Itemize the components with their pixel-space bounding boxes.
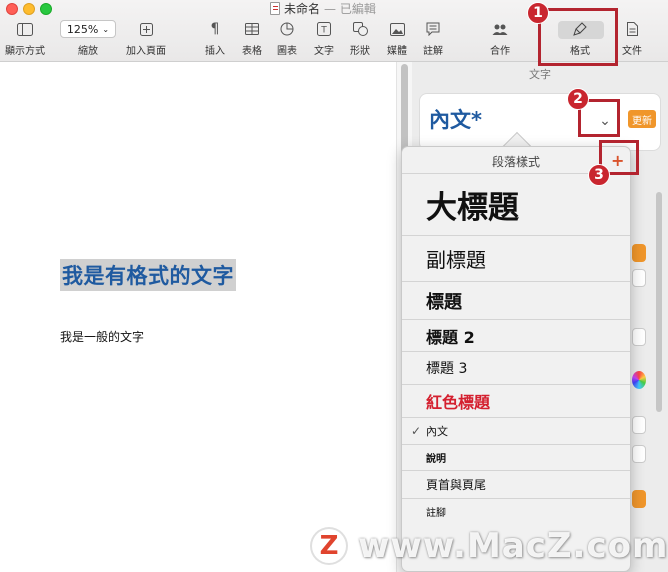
insert-button[interactable]: ¶ 插入 [205, 20, 225, 57]
stepper-orange[interactable] [632, 490, 646, 508]
table-icon [245, 20, 259, 38]
text-button[interactable]: T 文字 [314, 20, 334, 57]
watermark: Z www.MacZ.com [310, 524, 668, 568]
pie-chart-icon [280, 20, 294, 38]
document-canvas[interactable]: 我是有格式的文字 我是一般的文字 [0, 62, 396, 572]
inspector-tab-text[interactable]: 文字 [412, 66, 668, 82]
style-item-caption[interactable]: 說明 [402, 444, 630, 470]
style-list: 大標題 副標題 標題 標題 2 標題 3 紅色標題 ✓ 內文 說明 頁首與頁尾 … [402, 173, 630, 524]
comment-icon [426, 20, 440, 38]
table-button[interactable]: 表格 [242, 20, 262, 57]
field-control[interactable] [632, 416, 646, 434]
photo-icon [389, 20, 405, 38]
style-item-red-heading[interactable]: 紅色標題 [402, 384, 630, 417]
watermark-text: www.MacZ.com [358, 526, 668, 566]
formatted-heading-text[interactable]: 我是有格式的文字 [60, 259, 236, 291]
window-zoom-button[interactable] [40, 3, 52, 15]
zoom-control[interactable]: 125% ⌄ 縮放 [60, 20, 116, 57]
current-style-name: 內文* [429, 108, 482, 132]
shape-button[interactable]: 形狀 [350, 20, 370, 57]
annotation-badge-3: 3 [588, 164, 610, 186]
shape-icon [352, 20, 368, 38]
zoom-select[interactable]: 125% ⌄ [60, 20, 116, 38]
document-name: 未命名 [284, 2, 321, 16]
inspector-scrollbar[interactable] [656, 192, 662, 412]
style-item-footnote[interactable]: 註腳 [402, 498, 630, 524]
media-button[interactable]: 媒體 [387, 20, 407, 57]
style-item-subtitle[interactable]: 副標題 [402, 235, 630, 281]
add-page-icon [139, 20, 153, 38]
text-box-icon: T [317, 20, 331, 38]
pages-document-icon [270, 2, 280, 15]
popup-control[interactable] [632, 328, 646, 346]
update-style-button[interactable]: 更新 [628, 110, 656, 128]
collaborate-button[interactable]: 合作 [490, 20, 510, 57]
stepper-control[interactable] [632, 269, 646, 287]
field-control[interactable] [632, 445, 646, 463]
color-wheel-icon[interactable] [632, 371, 646, 389]
edit-status: — 已編輯 [324, 2, 376, 16]
comment-button[interactable]: 註解 [423, 20, 443, 57]
annotation-badge-1: 1 [527, 2, 549, 24]
style-item-body[interactable]: ✓ 內文 [402, 417, 630, 444]
checkmark-icon: ✓ [411, 424, 422, 438]
pilcrow-icon: ¶ [210, 21, 220, 37]
window-close-button[interactable] [6, 3, 18, 15]
style-item-heading-3[interactable]: 標題 3 [402, 351, 630, 384]
body-text[interactable]: 我是一般的文字 [60, 328, 144, 345]
document-icon [626, 20, 638, 38]
window-minimize-button[interactable] [23, 3, 35, 15]
view-button[interactable]: 顯示方式 [5, 20, 45, 57]
macz-logo-icon: Z [310, 527, 348, 565]
style-item-header-footer[interactable]: 頁首與頁尾 [402, 470, 630, 498]
chart-button[interactable]: 圖表 [277, 20, 297, 57]
add-page-button[interactable]: 加入頁面 [126, 20, 166, 57]
stepper-orange[interactable] [632, 244, 646, 262]
document-button[interactable]: 文件 [622, 20, 642, 57]
sidebar-icon [17, 20, 33, 38]
annotation-badge-2: 2 [567, 88, 589, 110]
paragraph-style-popover: 段落樣式 + 大標題 副標題 標題 標題 2 標題 3 紅色標題 ✓ 內文 說明… [401, 146, 631, 572]
chevron-down-icon: ⌄ [102, 24, 110, 34]
style-item-heading[interactable]: 標題 [402, 281, 630, 319]
style-item-heading-2[interactable]: 標題 2 [402, 319, 630, 351]
annotation-box-format [538, 8, 618, 66]
window-title: 未命名 — 已編輯 [270, 0, 376, 17]
collaborate-icon [492, 20, 508, 38]
svg-text:T: T [320, 26, 327, 36]
